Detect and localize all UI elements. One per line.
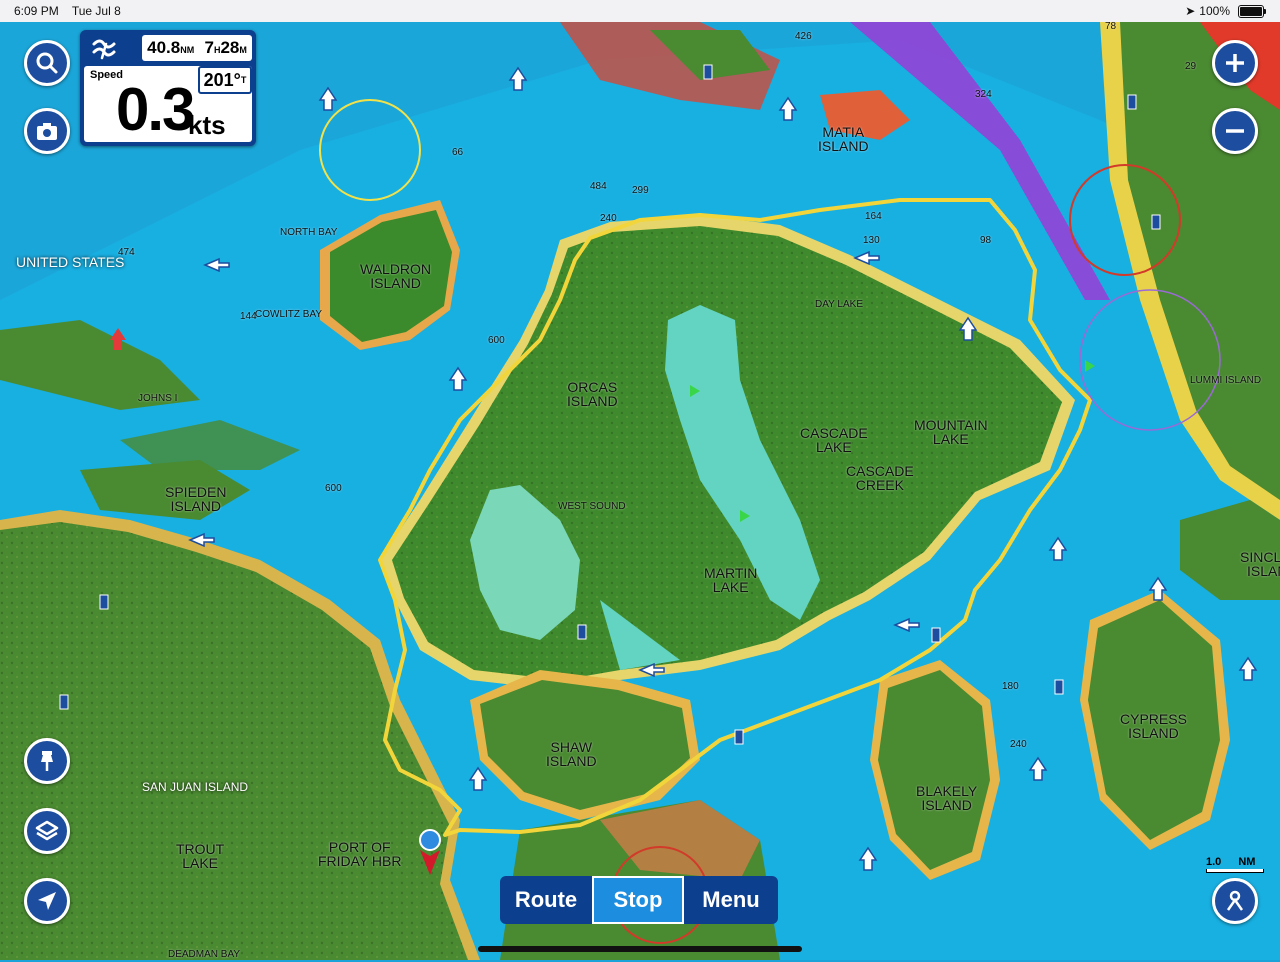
time-readout: 7H28M xyxy=(204,38,247,57)
distance-time-box: 40.8NM 7H28M xyxy=(142,35,252,61)
search-button[interactable] xyxy=(24,40,70,86)
status-time: 6:09 PM xyxy=(14,4,59,18)
status-bar: 6:09 PM Tue Jul 8 ➤ 100% xyxy=(0,0,1280,22)
label-shaw-island: SHAW ISLAND xyxy=(546,739,597,769)
locate-icon xyxy=(38,892,56,910)
bottom-action-bar: Route Stop Menu xyxy=(500,876,778,924)
depth-sounding: 29 xyxy=(1185,61,1197,72)
scale-value: 1.0 xyxy=(1206,856,1222,868)
depth-sounding: 474 xyxy=(118,247,135,258)
layers-button[interactable] xyxy=(24,808,70,854)
depth-sounding: 324 xyxy=(975,89,992,100)
label-mountain-lake: MOUNTAIN LAKE xyxy=(914,417,988,447)
label-port-friday-harbor: PORT OF FRIDAY HBR xyxy=(318,839,402,869)
zoom-in-icon xyxy=(1226,54,1244,72)
stop-button[interactable]: Stop xyxy=(592,876,684,924)
depth-sounding: 484 xyxy=(590,181,607,192)
speed-unit: kts xyxy=(188,110,226,140)
label-spieden-island: SPIEDEN ISLAND xyxy=(165,484,227,514)
label-cascade-lake: CASCADE LAKE xyxy=(800,425,868,455)
label-west-sound: WEST SOUND xyxy=(558,501,626,512)
label-blakely-island: BLAKELY ISLAND xyxy=(916,783,978,813)
locate-button[interactable] xyxy=(24,878,70,924)
label-cascade-creek: CASCADE CREEK xyxy=(846,463,914,493)
label-trout-lake: TROUT LAKE xyxy=(176,841,225,871)
label-cowlitz-bay: COWLITZ BAY xyxy=(255,309,323,320)
scale-line xyxy=(1206,869,1264,873)
heading-unit: T xyxy=(240,75,247,85)
heading-value: 201° xyxy=(203,69,241,90)
battery-percent: 100% xyxy=(1199,4,1230,18)
label-north-bay: NORTH BAY xyxy=(280,227,338,238)
battery-icon xyxy=(1238,4,1266,18)
label-san-juan-island: SAN JUAN ISLAND xyxy=(142,780,249,794)
navionics-logo-icon xyxy=(92,39,116,60)
depth-sounding: 98 xyxy=(980,235,992,246)
camera-icon xyxy=(37,123,57,140)
nav-info-panel[interactable]: 40.8NM 7H28M Speed 0.3 kts 201° T xyxy=(80,30,256,146)
depth-sounding: 130 xyxy=(863,235,880,246)
label-sinclair-island: SINCLAIR ISLAND xyxy=(1240,549,1280,579)
depth-sounding: 66 xyxy=(452,147,464,158)
heading-box: 201° T xyxy=(198,66,252,94)
search-icon xyxy=(36,52,58,74)
label-waldron-island: WALDRON ISLAND xyxy=(360,261,432,291)
scale-bar: 1.0 NM xyxy=(1206,856,1266,876)
profile-button[interactable] xyxy=(1212,878,1258,924)
depth-sounding: 240 xyxy=(1010,739,1027,750)
label-martin-lake: MARTIN LAKE xyxy=(704,565,758,595)
menu-button[interactable]: Menu xyxy=(684,876,778,924)
zoom-in-button[interactable] xyxy=(1212,40,1258,86)
distance-readout: 40.8NM xyxy=(147,38,195,57)
label-matia-island: MATIA ISLAND xyxy=(818,124,869,154)
depth-sounding: 600 xyxy=(325,483,342,494)
depth-sounding: 164 xyxy=(865,211,882,222)
layers-icon xyxy=(35,820,59,841)
depth-sounding: 240 xyxy=(600,213,617,224)
status-date: Tue Jul 8 xyxy=(71,4,121,18)
depth-sounding: 78 xyxy=(1105,21,1117,32)
label-united-states: UNITED STATES xyxy=(16,254,125,270)
speed-value: 0.3 xyxy=(116,76,195,143)
depth-sounding: 426 xyxy=(795,31,812,42)
pin-icon xyxy=(41,751,53,771)
label-day-lake: DAY LAKE xyxy=(815,299,863,310)
zoom-out-icon xyxy=(1226,129,1244,133)
home-indicator[interactable] xyxy=(478,946,802,952)
depth-sounding: 144 xyxy=(240,311,257,322)
depth-sounding: 180 xyxy=(1002,681,1019,692)
depth-sounding: 600 xyxy=(488,335,505,346)
zoom-out-button[interactable] xyxy=(1212,108,1258,154)
label-johns-island: JOHNS I xyxy=(138,393,178,404)
label-lummi-island: LUMMI ISLAND xyxy=(1190,375,1262,386)
label-orcas-island: ORCAS ISLAND xyxy=(567,379,618,409)
depth-sounding: 299 xyxy=(632,185,649,196)
location-arrow-icon: ➤ xyxy=(1185,4,1196,18)
label-cypress-island: CYPRESS ISLAND xyxy=(1120,711,1187,741)
route-button[interactable]: Route xyxy=(500,876,592,924)
scale-unit: NM xyxy=(1238,856,1256,868)
pin-button[interactable] xyxy=(24,738,70,784)
profile-icon xyxy=(1226,890,1244,911)
camera-button[interactable] xyxy=(24,108,70,154)
